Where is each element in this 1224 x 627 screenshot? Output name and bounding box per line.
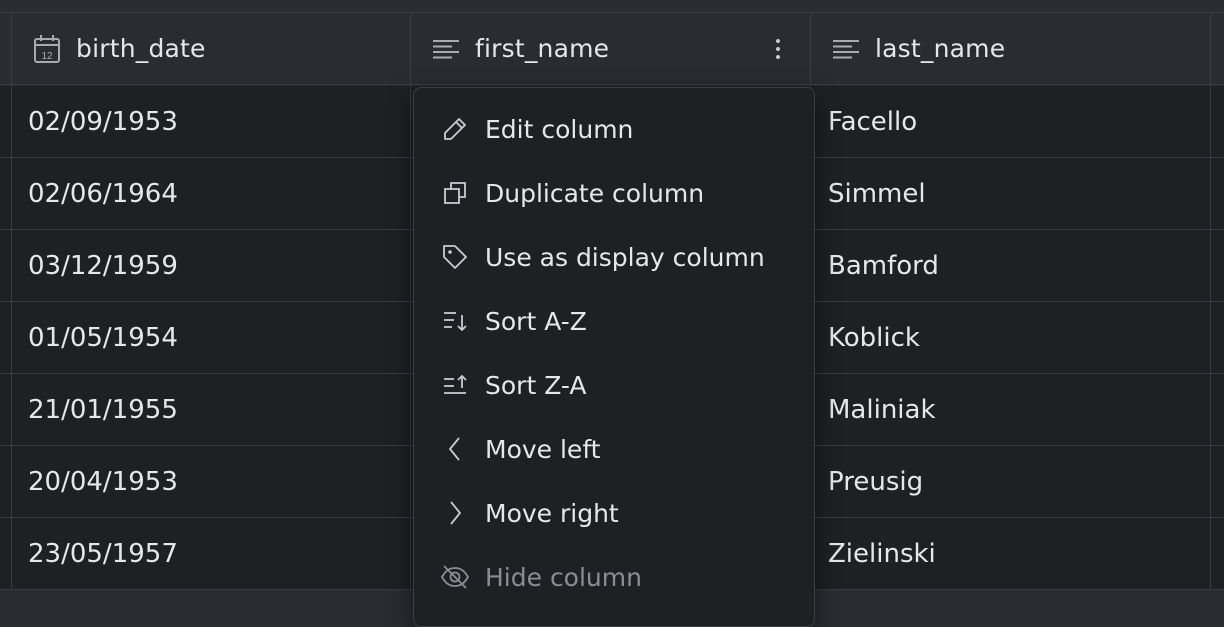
menu-item-label: Sort A-Z — [485, 306, 587, 336]
menu-item-move-left[interactable]: Move left — [414, 417, 814, 481]
menu-item-move-right[interactable]: Move right — [414, 481, 814, 545]
cell-last-name[interactable]: Bamford — [811, 230, 1211, 302]
column-header-label: last_name — [875, 34, 1006, 63]
menu-item-sort-z-a[interactable]: Sort Z-A — [414, 353, 814, 417]
cell-last-name[interactable]: Simmel — [811, 158, 1211, 230]
sort-ascending-icon — [440, 306, 470, 336]
menu-item-label: Sort Z-A — [485, 370, 587, 400]
row-edge — [1211, 86, 1224, 158]
chevron-left-icon — [440, 434, 470, 464]
cell-birth-date[interactable]: 23/05/1957 — [12, 518, 411, 590]
menu-item-label: Move left — [485, 434, 601, 464]
cell-birth-date[interactable]: 20/04/1953 — [12, 446, 411, 518]
header-row-gutter — [0, 13, 12, 85]
row-gutter — [0, 158, 12, 230]
cell-birth-date[interactable]: 21/01/1955 — [12, 374, 411, 446]
column-header-label: first_name — [475, 34, 610, 63]
menu-item-use-as-display-column[interactable]: Use as display column — [414, 225, 814, 289]
chevron-right-icon — [440, 498, 470, 528]
column-header-last-name[interactable]: last_name — [811, 13, 1211, 85]
cell-last-name[interactable]: Preusig — [811, 446, 1211, 518]
row-edge — [1211, 446, 1224, 518]
menu-item-label: Edit column — [485, 114, 634, 144]
menu-item-duplicate-column[interactable]: Duplicate column — [414, 161, 814, 225]
text-lines-icon — [831, 34, 861, 64]
cell-birth-date[interactable]: 03/12/1959 — [12, 230, 411, 302]
row-edge — [1211, 302, 1224, 374]
svg-text:12: 12 — [41, 51, 53, 62]
menu-item-edit-column[interactable]: Edit column — [414, 97, 814, 161]
row-edge — [1211, 518, 1224, 590]
row-edge — [1211, 230, 1224, 302]
cell-last-name[interactable]: Maliniak — [811, 374, 1211, 446]
tag-icon — [440, 242, 470, 272]
eye-off-icon — [440, 562, 470, 592]
row-gutter — [0, 302, 12, 374]
text-lines-icon — [431, 34, 461, 64]
header-row-edge — [1211, 13, 1224, 85]
menu-item-label: Duplicate column — [485, 178, 705, 208]
menu-item-hide-column[interactable]: Hide column — [414, 545, 814, 609]
column-context-menu: Edit column Duplicate column Use as disp… — [413, 87, 815, 627]
row-gutter — [0, 86, 12, 158]
calendar-icon: 12 — [32, 34, 62, 64]
column-header-label: birth_date — [76, 34, 206, 63]
pencil-icon — [440, 114, 470, 144]
menu-item-label: Move right — [485, 498, 619, 528]
grid-top-strip — [0, 0, 1224, 13]
duplicate-icon — [440, 178, 470, 208]
column-header-birth-date[interactable]: 12 birth_date — [12, 13, 411, 85]
row-gutter — [0, 518, 12, 590]
row-edge — [1211, 374, 1224, 446]
menu-item-sort-a-z[interactable]: Sort A-Z — [414, 289, 814, 353]
row-gutter — [0, 230, 12, 302]
sort-descending-icon — [440, 370, 470, 400]
row-edge — [1211, 158, 1224, 230]
cell-last-name[interactable]: Zielinski — [811, 518, 1211, 590]
cell-last-name[interactable]: Koblick — [811, 302, 1211, 374]
cell-birth-date[interactable]: 02/09/1953 — [12, 86, 411, 158]
cell-last-name[interactable]: Facello — [811, 86, 1211, 158]
more-options-icon[interactable] — [768, 35, 788, 63]
row-gutter — [0, 446, 12, 518]
cell-birth-date[interactable]: 01/05/1954 — [12, 302, 411, 374]
row-gutter — [0, 374, 12, 446]
column-header-first-name[interactable]: first_name — [411, 13, 811, 85]
cell-birth-date[interactable]: 02/06/1964 — [12, 158, 411, 230]
menu-item-label: Use as display column — [485, 242, 765, 272]
menu-item-label: Hide column — [485, 562, 642, 592]
